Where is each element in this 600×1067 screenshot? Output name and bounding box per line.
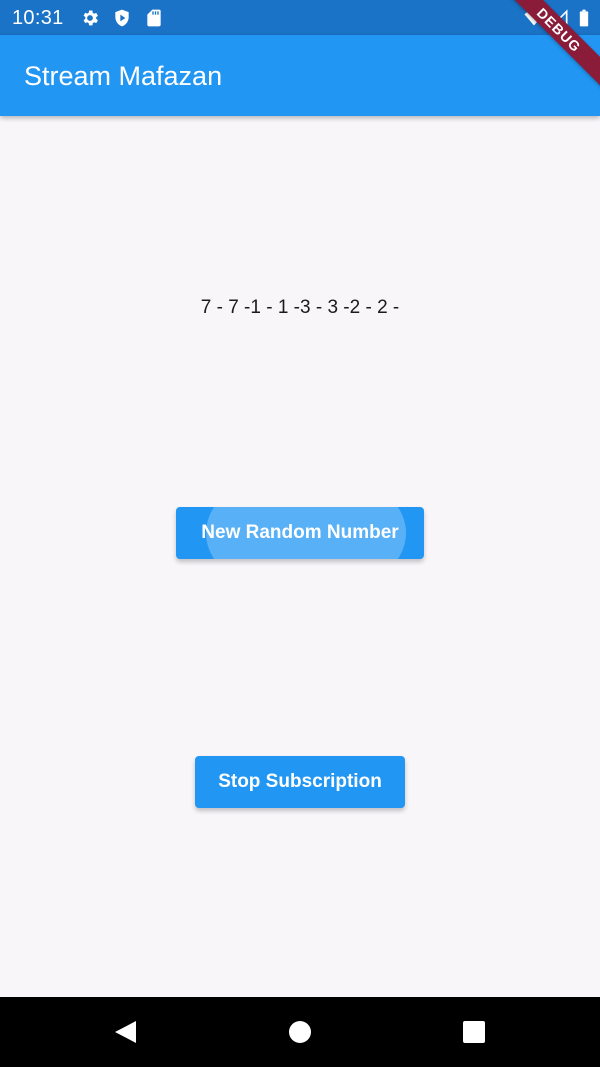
new-random-number-label: New Random Number xyxy=(201,522,399,543)
new-random-number-button[interactable]: New Random Number xyxy=(176,507,424,559)
battery-icon xyxy=(579,9,589,27)
home-icon[interactable] xyxy=(287,1019,313,1045)
status-time: 10:31 xyxy=(12,7,64,29)
main-content: 7 - 7 -1 - 1 -3 - 3 -2 - 2 - New Random … xyxy=(0,116,600,997)
navigation-bar xyxy=(0,997,600,1067)
sd-card-icon xyxy=(147,9,161,27)
app-title: Stream Mafazan xyxy=(24,61,223,91)
stop-subscription-label: Stop Subscription xyxy=(218,771,382,792)
recents-icon[interactable] xyxy=(461,1019,487,1045)
app-bar: Stream Mafazan xyxy=(0,35,600,116)
stop-subscription-button[interactable]: Stop Subscription xyxy=(195,756,405,808)
shield-play-icon xyxy=(115,9,129,27)
status-bar: 10:31 xyxy=(0,0,600,35)
back-icon[interactable] xyxy=(112,1019,138,1045)
settings-icon xyxy=(83,10,98,26)
random-numbers-text: 7 - 7 -1 - 1 -3 - 3 -2 - 2 - xyxy=(200,297,400,318)
